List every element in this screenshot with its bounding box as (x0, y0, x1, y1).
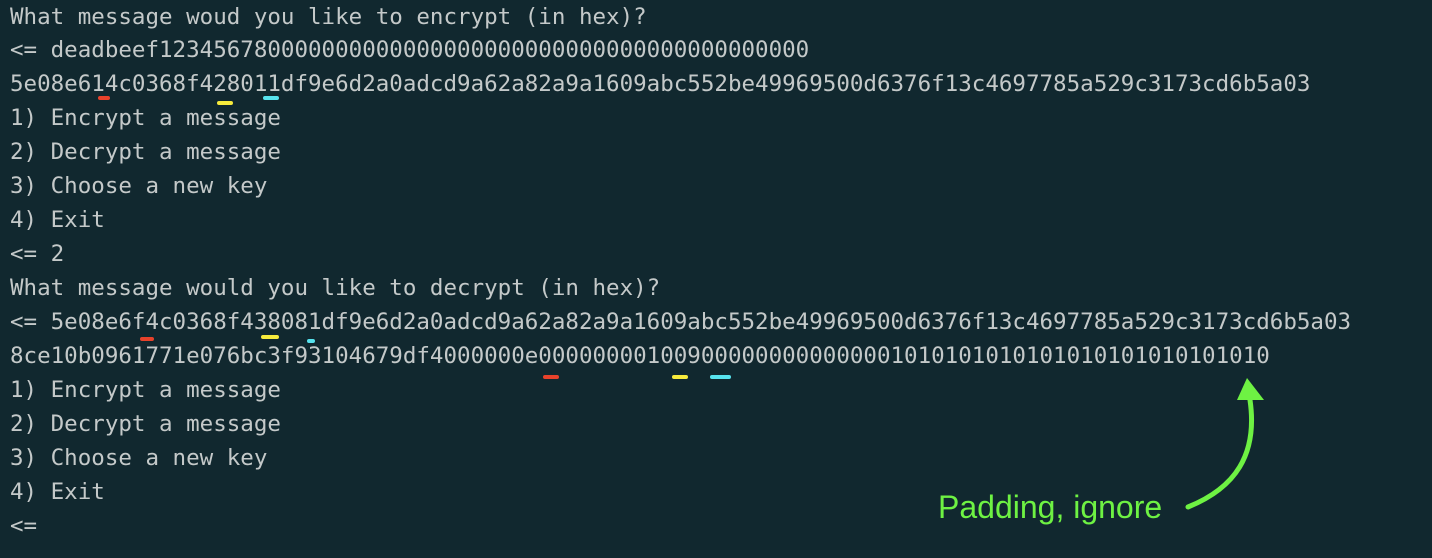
ciphertext-output: 5e08e614c0368f428011df9e6d2a0adcd9a62a82… (10, 71, 1311, 97)
decrypt-input: <= 5e08e6f4c0368f438081df9e6d2a0adcd9a62… (10, 309, 1352, 335)
menu-item-decrypt: 2) Decrypt a message (10, 139, 281, 165)
menu-item-exit: 4) Exit (10, 479, 105, 505)
terminal-window[interactable]: What message woud you like to encrypt (i… (0, 0, 1432, 558)
menu-choice-input: <= 2 (10, 241, 65, 267)
cyan-highlight-mark (710, 375, 731, 379)
red-highlight-mark (543, 375, 559, 379)
yellow-highlight-mark (261, 335, 279, 339)
yellow-highlight-mark (217, 101, 233, 105)
cyan-highlight-mark (263, 96, 279, 100)
curved-arrow-icon (1185, 378, 1264, 510)
menu-item-new-key: 3) Choose a new key (10, 445, 268, 471)
decrypt-prompt: What message would you like to decrypt (… (10, 275, 661, 301)
red-highlight-mark (140, 337, 154, 341)
menu-item-decrypt: 2) Decrypt a message (10, 411, 281, 437)
menu-item-encrypt: 1) Encrypt a message (10, 105, 281, 131)
red-highlight-mark (98, 96, 110, 100)
cyan-highlight-mark (307, 339, 315, 343)
yellow-highlight-mark (672, 375, 688, 379)
menu-item-encrypt: 1) Encrypt a message (10, 377, 281, 403)
padding-annotation: Padding, ignore (938, 489, 1163, 525)
encrypt-prompt: What message woud you like to encrypt (i… (10, 4, 647, 30)
menu-item-new-key: 3) Choose a new key (10, 173, 268, 199)
menu-item-exit: 4) Exit (10, 207, 105, 233)
encrypt-input: <= deadbeef12345678000000000000000000000… (10, 37, 810, 63)
input-prompt[interactable]: <= (10, 509, 37, 543)
plaintext-output: 8ce10b0961771e076bc3f93104679df4000000e0… (10, 343, 1270, 369)
